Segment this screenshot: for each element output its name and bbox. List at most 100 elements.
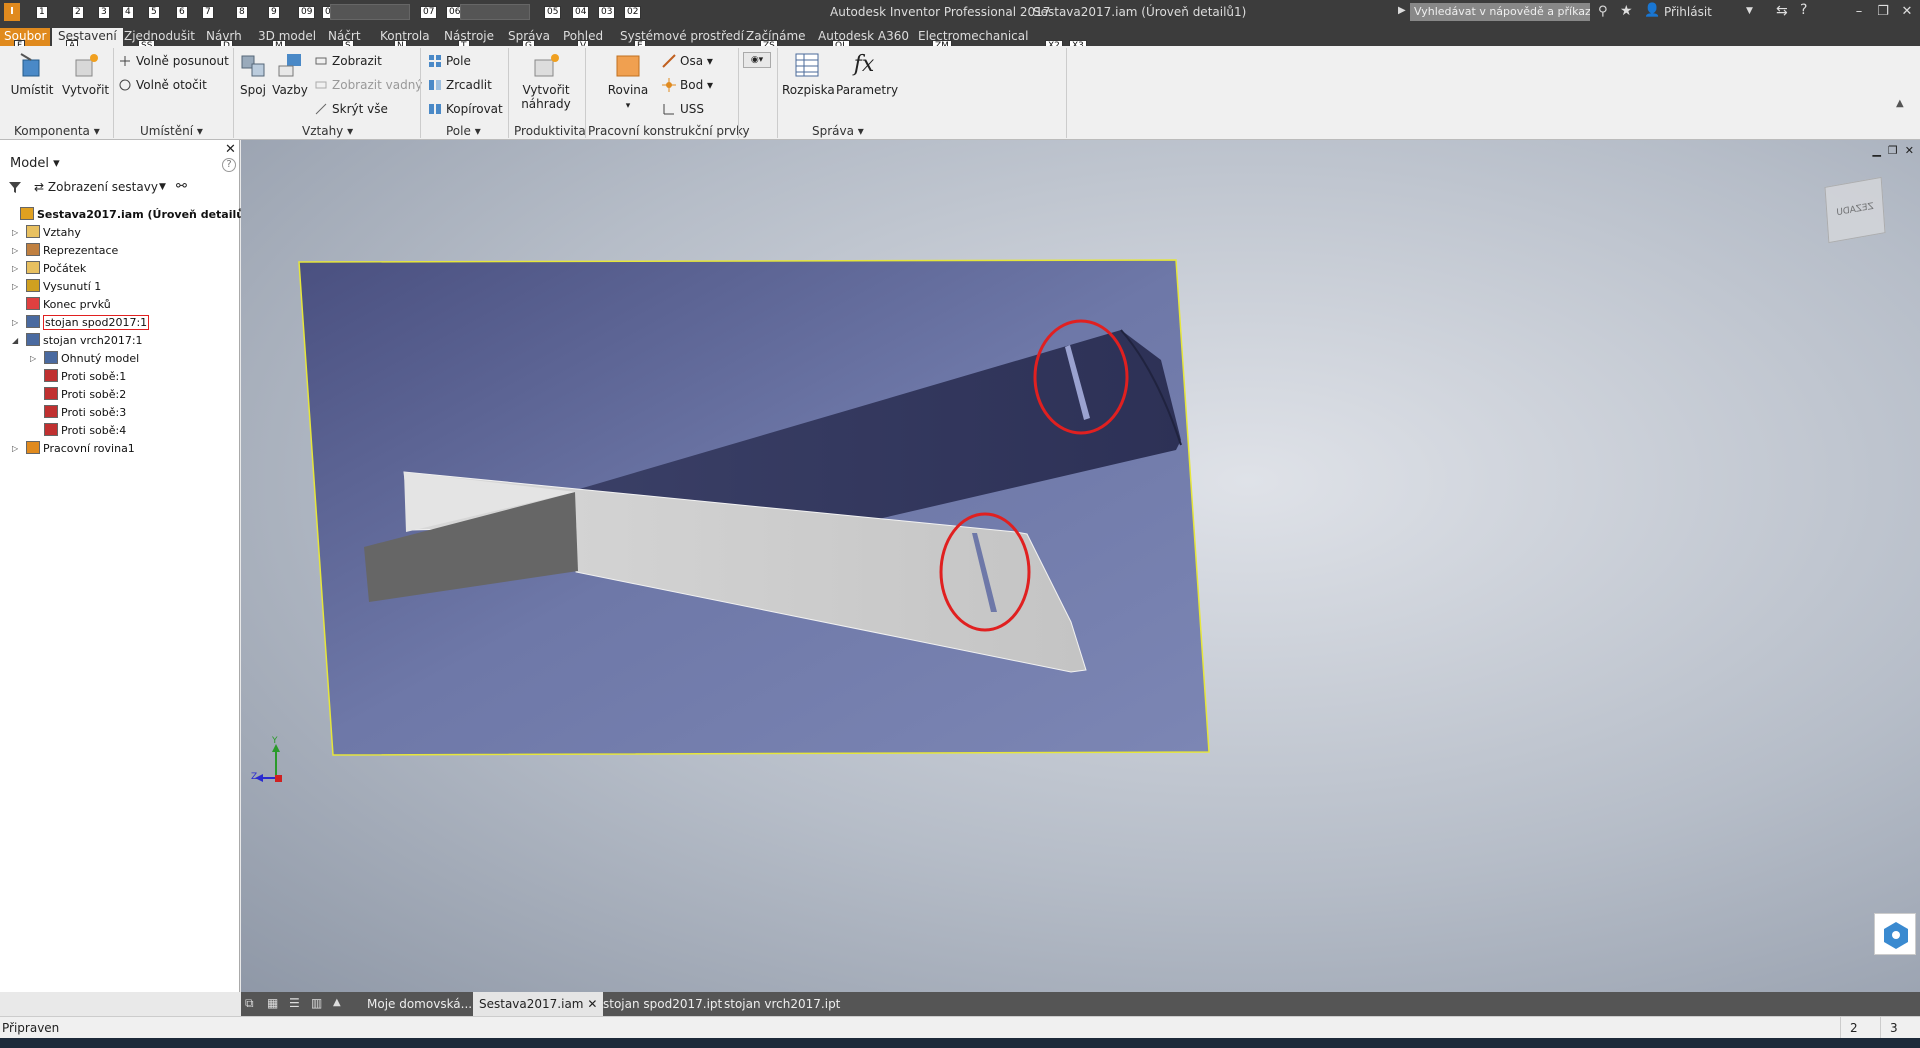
quick-access-keytip[interactable]: 8 [236,6,248,19]
group-umisteni[interactable]: Umístění ▾ [140,124,203,138]
quick-access-keytip[interactable]: 04 [572,6,590,19]
viewcube[interactable]: ZEZADU [1824,176,1886,244]
appearance-dropdown[interactable] [460,4,530,20]
quick-access-keytip[interactable]: 5 [148,6,160,19]
graphics-viewport[interactable]: ▁ ❐ ✕ ZEZADU Y Z [241,140,1920,992]
browser-title[interactable]: Model ▾ [10,156,60,171]
tab-sestavení[interactable]: Sestavení [52,28,123,46]
group-komponenta[interactable]: Komponenta ▾ [14,124,100,138]
tree-expand-icon[interactable]: ▷ [12,440,18,458]
tab-list-up-icon[interactable]: ▲ [333,997,341,1008]
layout-vertical-icon[interactable]: ▥ [311,996,322,1010]
group-pole[interactable]: Pole ▾ [446,124,481,138]
user-icon[interactable]: 👤 [1644,3,1660,18]
ribbon-more-dropdown[interactable]: ◉▾ [743,52,771,68]
bom-button[interactable]: Rozpiska [782,50,835,97]
find-binoculars-icon[interactable]: ⚯ [176,179,187,194]
copy-button[interactable]: Kopírovat [428,100,503,118]
tree-node[interactable]: Proti sobě:4 [44,422,126,440]
pattern-button[interactable]: Pole [428,52,471,70]
document-tab[interactable]: Moje domovská... [361,992,478,1016]
document-tab[interactable]: stojan spod2017.ipt [597,992,728,1016]
tree-node[interactable]: ▷ Vztahy [12,224,81,242]
tree-node[interactable]: ▷ Vysunutí 1 [12,278,101,296]
hide-all-button[interactable]: Skrýt vše [314,100,388,118]
quick-access-keytip[interactable]: 7 [202,6,214,19]
quick-access-keytip[interactable]: 05 [544,6,562,19]
tree-expand-icon[interactable]: ◢ [12,332,18,350]
tree-node[interactable]: ◢ stojan vrch2017:1 [12,332,143,350]
quick-access-keytip[interactable]: 07 [420,6,438,19]
tree-node[interactable]: ▷ Pracovní rovina1 [12,440,135,458]
quick-access-keytip[interactable]: 03 [598,6,616,19]
browser-help-icon[interactable]: ? [222,158,236,172]
mirror-button[interactable]: Zrcadlit [428,76,492,94]
quick-access-keytip[interactable]: 1 [36,6,48,19]
tree-node[interactable]: Sestava2017.iam (Úroveň detailů1) [20,206,257,224]
tab-zjednodušit[interactable]: Zjednodušit [124,28,195,46]
tree-node[interactable]: ▷ Ohnutý model [30,350,139,368]
quick-access-keytip[interactable]: 3 [98,6,110,19]
browser-close-icon[interactable]: ✕ [225,142,236,157]
free-move-button[interactable]: Volně posunout [118,52,229,70]
tree-node[interactable]: Proti sobě:3 [44,404,126,422]
tree-node[interactable]: ▷ Reprezentace [12,242,118,260]
document-tab[interactable]: Sestava2017.iam ✕ [473,992,604,1016]
quick-access-keytip[interactable]: 2 [72,6,84,19]
tree-expand-icon[interactable]: ▷ [12,260,18,278]
tree-expand-icon[interactable]: ▷ [12,314,18,332]
search-expand-icon[interactable]: ▶ [1398,5,1406,16]
quick-access-keytip[interactable]: 6 [176,6,188,19]
tree-expand-icon[interactable]: ▷ [30,350,36,368]
group-produktivita[interactable]: Produktivita [514,124,586,138]
filter-icon[interactable] [8,180,22,197]
material-dropdown[interactable] [330,4,410,20]
help-search-input[interactable]: Vyhledávat v nápovědě a příkaze [1410,3,1590,21]
star-icon[interactable]: ★ [1620,3,1633,19]
view-dropdown-icon[interactable]: ▼ [159,182,166,192]
show-button[interactable]: Zobrazit [314,52,382,70]
ribbon-collapse-icon[interactable]: ▲ [1896,98,1904,109]
tree-node[interactable]: ▷ Počátek [12,260,86,278]
quick-access-keytip[interactable]: 4 [122,6,134,19]
tree-expand-icon[interactable]: ▷ [12,242,18,260]
ucs-button[interactable]: USS [662,100,704,118]
layout-horizontal-icon[interactable]: ☰ [289,996,300,1010]
work-axis-button[interactable]: Osa ▾ [662,52,713,70]
signin-dropdown-icon[interactable]: ▼ [1746,6,1753,16]
tree-expand-icon[interactable]: ▷ [12,278,18,296]
work-point-button[interactable]: Bod ▾ [662,76,713,94]
quick-access-keytip[interactable]: 09 [298,6,316,19]
tree-node[interactable]: Proti sobě:2 [44,386,126,404]
place-component-button[interactable]: Umístit [10,50,54,97]
close-icon[interactable]: ✕ [1896,3,1918,21]
navigation-bar-button[interactable] [1874,913,1916,955]
restore-icon[interactable]: ❐ [1872,3,1894,21]
document-tab-close-icon[interactable]: ✕ [584,997,597,1011]
tab-soubor[interactable]: Soubor [0,28,51,46]
minimize-icon[interactable]: – [1848,3,1870,21]
group-sprava[interactable]: Správa ▾ [812,124,864,138]
quick-access-keytip[interactable]: 02 [624,6,642,19]
tree-node[interactable]: ▷ stojan spod2017:1 [12,314,150,332]
layout-cascade-icon[interactable]: ⧉ [245,996,254,1011]
work-plane-button[interactable]: Rovina ▾ [606,50,650,111]
quick-access-keytip[interactable]: 9 [268,6,280,19]
signin-button[interactable]: Přihlásit [1664,5,1712,19]
tree-node[interactable]: Konec prvků [26,296,111,314]
constraints-button[interactable]: Vazby [272,50,308,97]
free-rotate-button[interactable]: Volně otočit [118,76,207,94]
inventor-app-icon[interactable]: I [4,3,20,21]
help-icon[interactable]: ? [1800,2,1807,18]
parameters-button[interactable]: fx Parametry [836,50,898,97]
tree-expand-icon[interactable]: ▷ [12,224,18,242]
exchange-icon[interactable]: ⇆ [1776,3,1788,19]
document-tab[interactable]: stojan vrch2017.ipt [718,992,846,1016]
tree-node[interactable]: Proti sobě:1 [44,368,126,386]
layout-tile-icon[interactable]: ▦ [267,996,278,1010]
group-vztahy[interactable]: Vztahy ▾ [302,124,353,138]
group-pracovni[interactable]: Pracovní konstrukční prvky [588,124,750,138]
tab-3d-model[interactable]: 3D model [258,28,316,46]
assembly-view-dropdown[interactable]: ⇄ Zobrazení sestavy [34,180,158,194]
joint-button[interactable]: Spoj [238,50,268,97]
